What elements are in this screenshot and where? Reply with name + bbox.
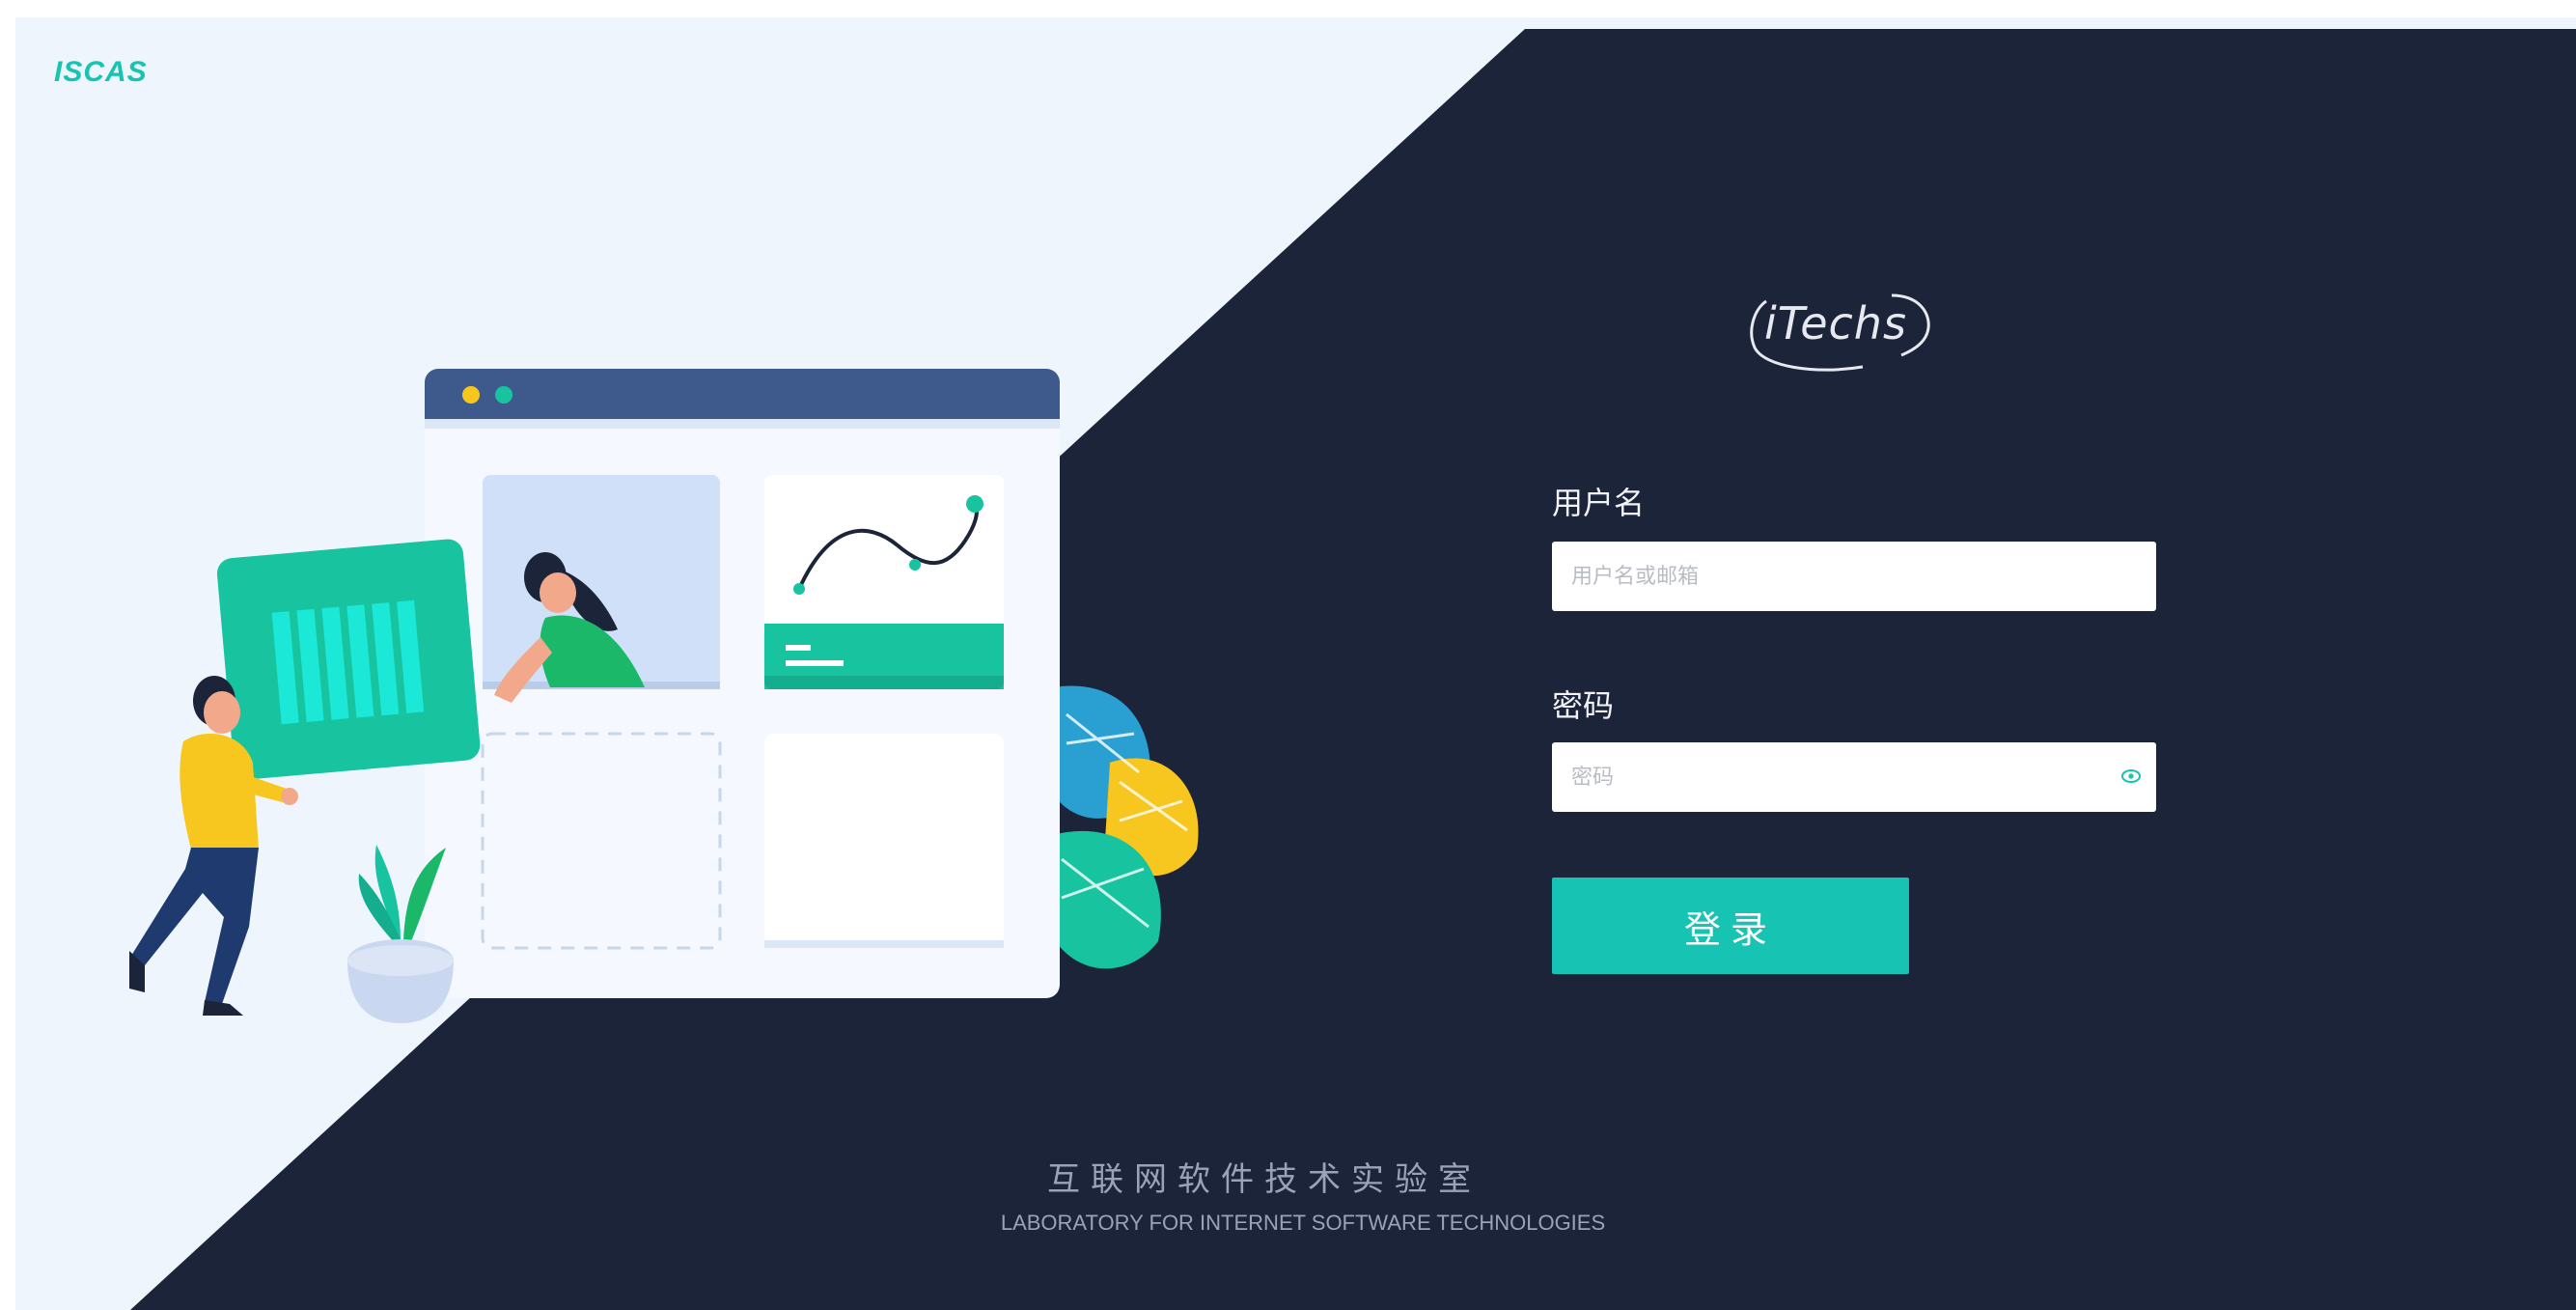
green-card-illustration (216, 539, 481, 780)
eye-icon[interactable] (2119, 765, 2143, 788)
brand-logo: ISCAS (54, 56, 148, 88)
username-label: 用户名 (1552, 486, 1646, 520)
browser-window-illustration (425, 369, 1060, 998)
password-label: 密码 (1552, 688, 1615, 723)
footer-title-en: LABORATORY FOR INTERNET SOFTWARE TECHNOL… (1000, 1211, 1606, 1235)
logo-text: iTechs (1764, 297, 1907, 349)
username-input[interactable] (1552, 542, 2156, 611)
login-button[interactable]: 登录 (1552, 878, 1909, 974)
itechs-logo: iTechs (1737, 280, 1950, 386)
footer-title-cn: 互联网软件技术实验室 (1047, 1161, 1482, 1198)
password-input[interactable] (1552, 742, 2156, 812)
background (0, 0, 2576, 1310)
login-page: ISCAS iTechs 用户名 密码 登录 互联网软件技术实验室 LABORA… (0, 0, 2576, 1310)
